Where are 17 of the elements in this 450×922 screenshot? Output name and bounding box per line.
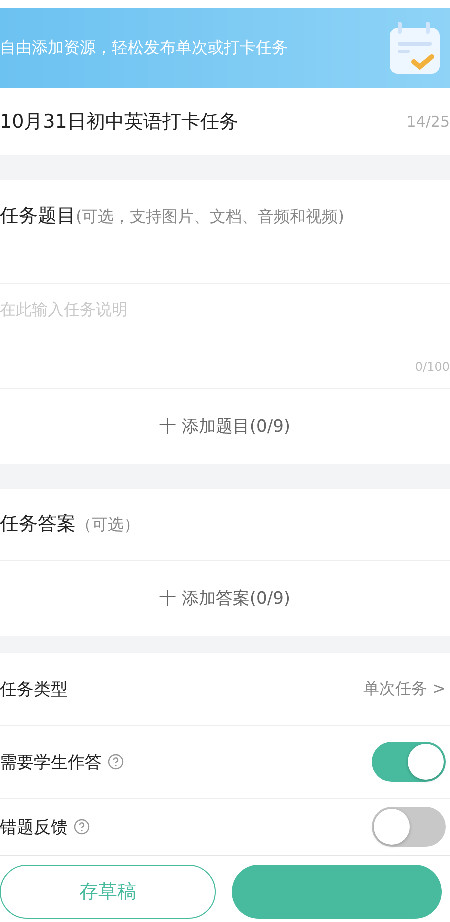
character-counter: 14/25 — [406, 112, 450, 130]
setting-label: 任务类型 — [0, 678, 68, 700]
add-answer-button[interactable]: 十 添加答案(0/9) — [153, 586, 297, 611]
banner-text: 自由添加资源，轻松发布单次或打卡任务 — [0, 38, 288, 58]
help-icon[interactable] — [74, 819, 90, 835]
setting-label: 错题反馈 — [0, 816, 68, 838]
section-title: 任务题目(可选，支持图片、文档、音频和视频) — [0, 204, 346, 229]
character-counter: 0/100 — [415, 360, 450, 374]
add-question-button[interactable]: 十 添加题目(0/9) — [153, 414, 297, 439]
task-type-select[interactable]: 单次任务 > — [364, 678, 446, 700]
setting-label: 需要学生作答 — [0, 752, 102, 774]
help-icon[interactable] — [108, 754, 124, 770]
publish-button[interactable] — [232, 865, 442, 919]
toggle-switch[interactable] — [372, 807, 446, 847]
section-title: 任务答案（可选） — [0, 512, 141, 537]
task-title-field[interactable]: 10月31日初中英语打卡任务 — [0, 108, 238, 134]
toggle-switch[interactable] — [372, 742, 446, 782]
